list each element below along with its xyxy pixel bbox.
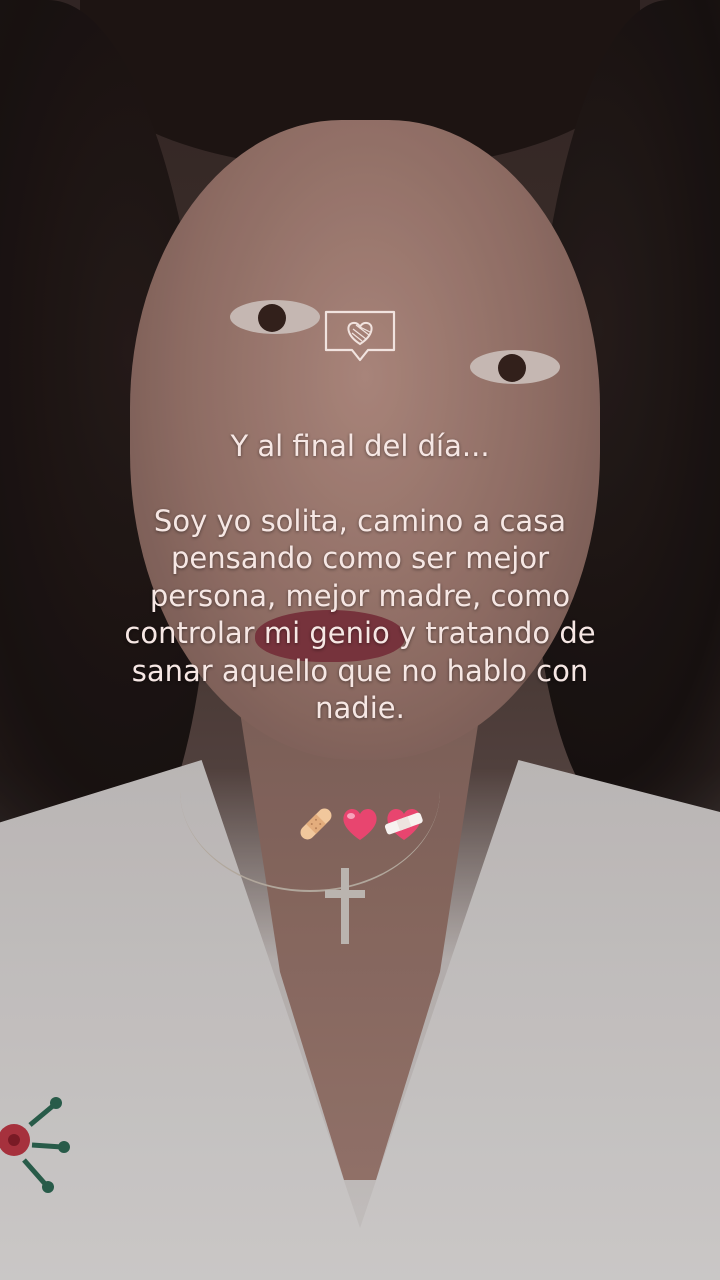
pink-heart-icon [343,808,377,840]
story-caption: Y al final del día... Soy yo solita, cam… [60,390,660,765]
mending-heart-icon [384,808,423,840]
emoji-row [295,803,425,845]
text-overlay: Y al final del día... Soy yo solita, cam… [0,308,720,845]
adhesive-bandage-icon [300,808,332,840]
caption-title: Y al final del día... [230,428,490,463]
heart-speech-bubble-icon [324,310,396,362]
story-frame: Y al final del día... Soy yo solita, cam… [0,0,720,1280]
caption-body: Soy yo solita, camino a casa pensando co… [124,503,596,726]
